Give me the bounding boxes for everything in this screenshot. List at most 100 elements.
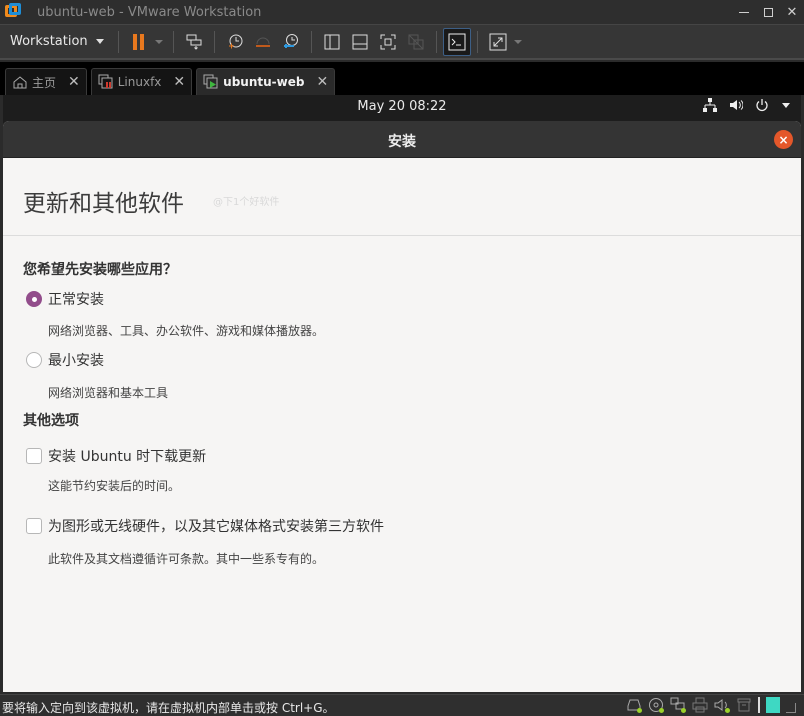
toolbar-divider (476, 30, 478, 53)
tab-label: Linuxfx (117, 75, 162, 89)
close-icon: × (778, 132, 789, 147)
option-description: 网络浏览器和基本工具 (48, 386, 169, 400)
console-view-button[interactable] (442, 27, 471, 56)
network-adapter-device[interactable] (670, 697, 686, 713)
usb-archive-device[interactable] (736, 697, 752, 713)
workstation-menu[interactable]: Workstation (0, 34, 112, 49)
install-question: 您希望先安装哪些应用？ (23, 262, 177, 278)
resize-grip-icon[interactable] (786, 703, 796, 713)
snapshot-revert-icon (255, 37, 270, 47)
status-text: 要将输入定向到该虚拟机，请在虚拟机内部单击或按 Ctrl+G。 (2, 701, 335, 715)
maximize-icon (763, 8, 773, 17)
main-toolbar: Workstation (0, 25, 804, 60)
maximize-button[interactable] (756, 0, 780, 25)
option-description: 这能节约安装后的时间。 (48, 479, 181, 493)
checkbox-unchecked-icon[interactable] (26, 518, 42, 534)
vm-running-icon (203, 74, 218, 89)
vm-suspended-icon (98, 74, 113, 89)
hard-disk-device[interactable] (626, 697, 642, 713)
workstation-menu-label: Workstation (10, 34, 88, 49)
vm-tab-strip: 主页 ✕ Linuxfx ✕ ubuntu-web ✕ (0, 62, 804, 95)
tab-close-icon[interactable]: ✕ (173, 74, 185, 90)
dialog-close-button[interactable]: × (774, 130, 793, 149)
home-icon (13, 76, 27, 89)
unity-button (402, 28, 430, 56)
stretch-guest-button[interactable] (484, 28, 512, 56)
notes-icon[interactable] (766, 697, 780, 713)
toolbar-divider (310, 30, 312, 53)
dialog-header: 安装 × (3, 121, 801, 158)
snapshot-manager-button[interactable] (277, 28, 305, 56)
snapshot-manager-icon (283, 33, 298, 48)
printer-device[interactable] (692, 697, 708, 713)
device-icons (626, 697, 796, 713)
clock[interactable]: May 20 08:22 (3, 99, 801, 114)
option-description: 网络浏览器、工具、办公软件、游戏和媒体播放器。 (48, 324, 325, 338)
vmware-logo-icon (5, 3, 23, 21)
power-dropdown-icon[interactable] (154, 39, 163, 44)
toolbar-divider (213, 30, 215, 53)
revert-snapshot-button[interactable] (249, 28, 277, 56)
cd-dvd-device[interactable] (648, 697, 664, 713)
stretch-guest-icon (489, 33, 507, 50)
installer-dialog: 安装 × 更新和其他软件 @下1个好软件 您希望先安装哪些应用？ 正常安装 网络… (3, 121, 801, 692)
tab-home[interactable]: 主页 ✕ (5, 68, 87, 95)
page-header: 更新和其他软件 @下1个好软件 (3, 158, 801, 236)
take-snapshot-button[interactable] (221, 28, 249, 56)
close-icon: ✕ (786, 5, 798, 20)
show-thumbnail-icon (352, 34, 368, 49)
download-updates-checkbox[interactable]: 安装 Ubuntu 时下载更新 (26, 446, 206, 466)
window-titlebar: ubuntu-web - VMware Workstation ✕ (0, 0, 804, 25)
option-label: 安装 Ubuntu 时下载更新 (48, 449, 207, 465)
network-icon (703, 98, 717, 112)
minimize-button[interactable] (732, 0, 756, 25)
status-bar: 要将输入定向到该虚拟机，请在虚拟机内部单击或按 Ctrl+G。 (0, 694, 804, 716)
third-party-software-checkbox[interactable]: 为图形或无线硬件，以及其它媒体格式安装第三方软件 (26, 516, 384, 536)
stretch-dropdown-icon[interactable] (513, 39, 522, 44)
snapshot-take-icon (228, 34, 243, 48)
watermark: @下1个好软件 (213, 197, 280, 208)
status-divider (758, 697, 760, 713)
option-description: 此软件及其文档遵循许可条款。其中一些系专有的。 (48, 552, 325, 566)
power-icon (756, 99, 768, 112)
unity-icon (408, 34, 424, 49)
show-library-button[interactable] (318, 28, 346, 56)
toolbar-divider (172, 30, 174, 53)
fullscreen-button[interactable] (374, 28, 402, 56)
fullscreen-icon (380, 34, 396, 49)
system-tray[interactable] (703, 98, 791, 112)
minimize-icon (739, 12, 749, 13)
other-options-heading: 其他选项 (23, 413, 79, 429)
pause-button[interactable] (125, 28, 153, 56)
radio-selected-icon[interactable] (26, 291, 42, 307)
toolbar-divider (435, 30, 437, 53)
tab-close-icon[interactable]: ✕ (68, 74, 80, 90)
send-ctrl-alt-del-button[interactable] (180, 28, 208, 56)
pause-icon (132, 33, 146, 50)
tab-label: 主页 (32, 75, 57, 90)
sound-card-device[interactable] (714, 697, 730, 713)
tab-close-icon[interactable]: ✕ (316, 74, 328, 90)
show-thumbnail-button[interactable] (346, 28, 374, 56)
option-label: 正常安装 (48, 292, 104, 308)
vm-display[interactable]: May 20 08:22 安装 × 更新和其他软件 @下1个好软件 您希望先安装… (3, 95, 801, 692)
checkbox-unchecked-icon[interactable] (26, 448, 42, 464)
option-label: 为图形或无线硬件，以及其它媒体格式安装第三方软件 (48, 519, 384, 535)
menu-caret-icon (782, 103, 790, 108)
console-view-icon (448, 33, 466, 50)
chevron-down-icon (95, 39, 104, 44)
normal-install-radio[interactable]: 正常安装 (26, 289, 104, 309)
tab-label: ubuntu-web (223, 75, 305, 89)
option-label: 最小安装 (48, 353, 104, 369)
tab-ubuntu-web[interactable]: ubuntu-web ✕ (196, 68, 336, 95)
window-title: ubuntu-web - VMware Workstation (37, 4, 262, 20)
close-button[interactable]: ✕ (780, 0, 804, 25)
radio-unselected-icon[interactable] (26, 352, 42, 368)
tab-linuxfx[interactable]: Linuxfx ✕ (90, 68, 193, 95)
volume-icon (730, 100, 743, 110)
send-ctrl-alt-del-icon (186, 34, 202, 50)
minimal-install-radio[interactable]: 最小安装 (26, 350, 104, 370)
dialog-title: 安装 (388, 134, 416, 150)
toolbar-divider (117, 30, 119, 53)
usb-archive-icon (737, 698, 751, 712)
